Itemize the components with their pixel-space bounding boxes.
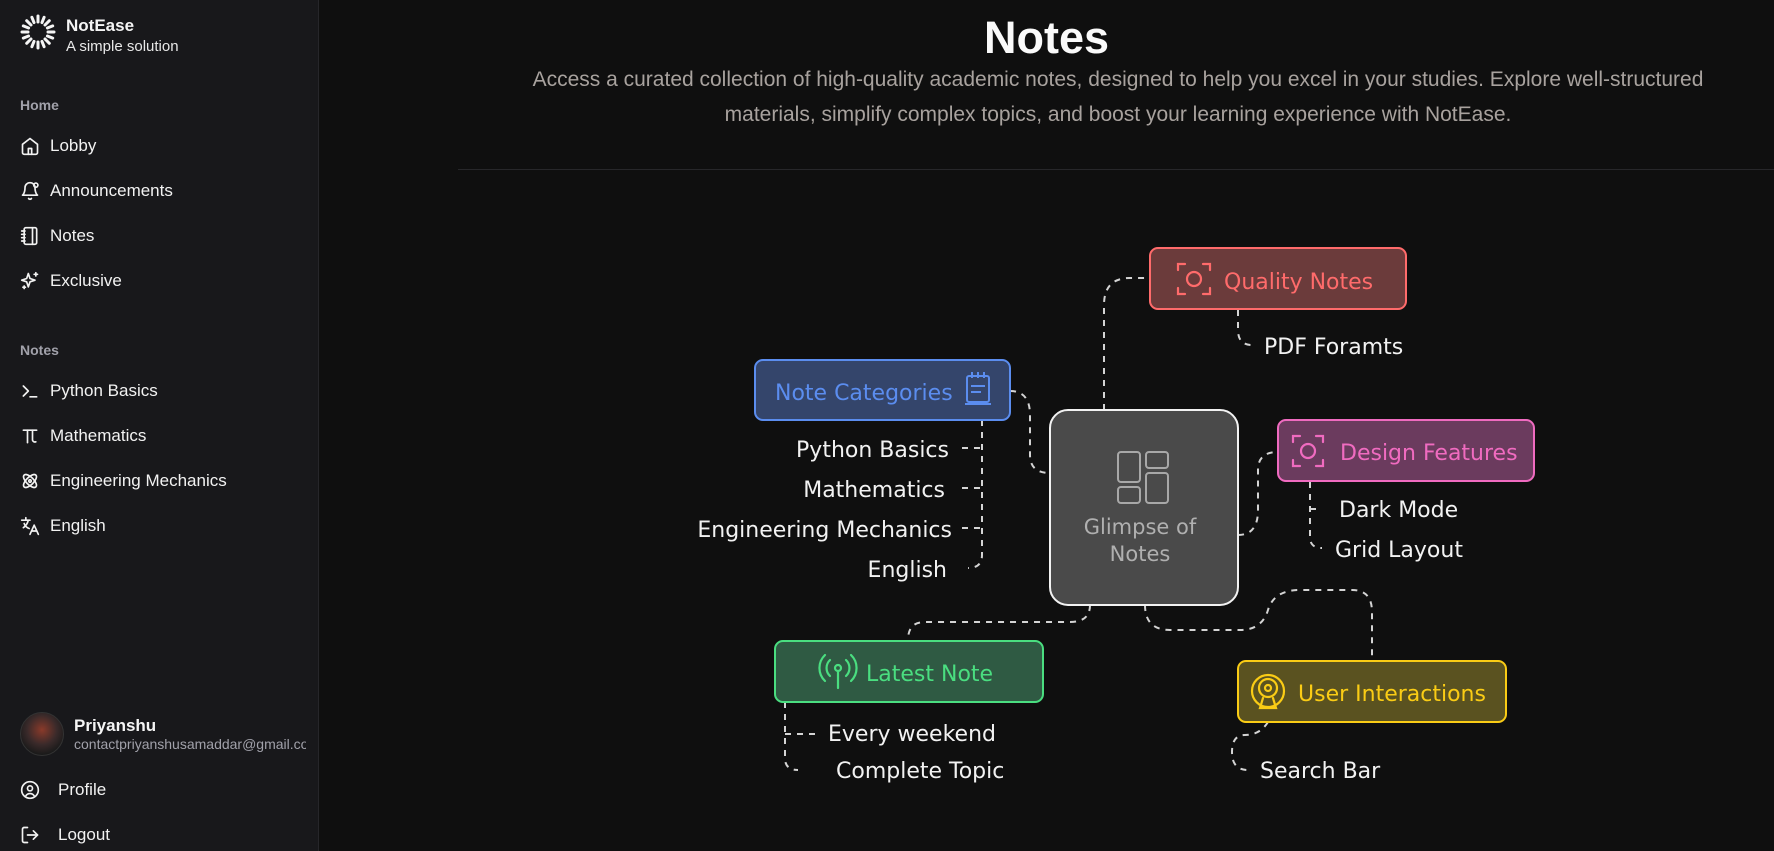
center-node[interactable]: Glimpse of Notes (1049, 409, 1239, 606)
center-label-line1: Glimpse of (1084, 515, 1197, 539)
categories-item-math: Mathematics (803, 478, 945, 503)
categories-item-engineering: Engineering Mechanics (697, 518, 952, 543)
design-item-grid-layout: Grid Layout (1335, 538, 1463, 563)
node-quality-notes[interactable]: Quality Notes (1149, 247, 1407, 310)
node-user-interactions[interactable]: User Interactions (1237, 660, 1507, 723)
node-latest-note-label: Latest Note (866, 662, 993, 687)
node-note-categories-label: Note Categories (775, 381, 953, 406)
node-design-features-label: Design Features (1340, 441, 1518, 466)
node-quality-notes-label: Quality Notes (1224, 270, 1373, 295)
interactions-item-search-bar: Search Bar (1260, 759, 1381, 784)
latest-item-complete-topic: Complete Topic (836, 759, 1004, 784)
node-user-interactions-label: User Interactions (1298, 682, 1486, 707)
center-label-line2: Notes (1110, 542, 1171, 566)
categories-item-python: Python Basics (796, 438, 949, 463)
latest-item-every-weekend: Every weekend (828, 722, 996, 747)
notes-mindmap: Glimpse of Notes Quality Notes PDF Foram… (697, 247, 1535, 784)
node-latest-note[interactable]: Latest Note (774, 640, 1044, 703)
design-item-dark-mode: Dark Mode (1339, 498, 1458, 523)
node-note-categories[interactable]: Note Categories (754, 359, 1011, 421)
categories-item-english: English (868, 558, 947, 583)
node-design-features[interactable]: Design Features (1277, 419, 1535, 482)
quality-item-pdf: PDF Foramts (1264, 335, 1403, 360)
